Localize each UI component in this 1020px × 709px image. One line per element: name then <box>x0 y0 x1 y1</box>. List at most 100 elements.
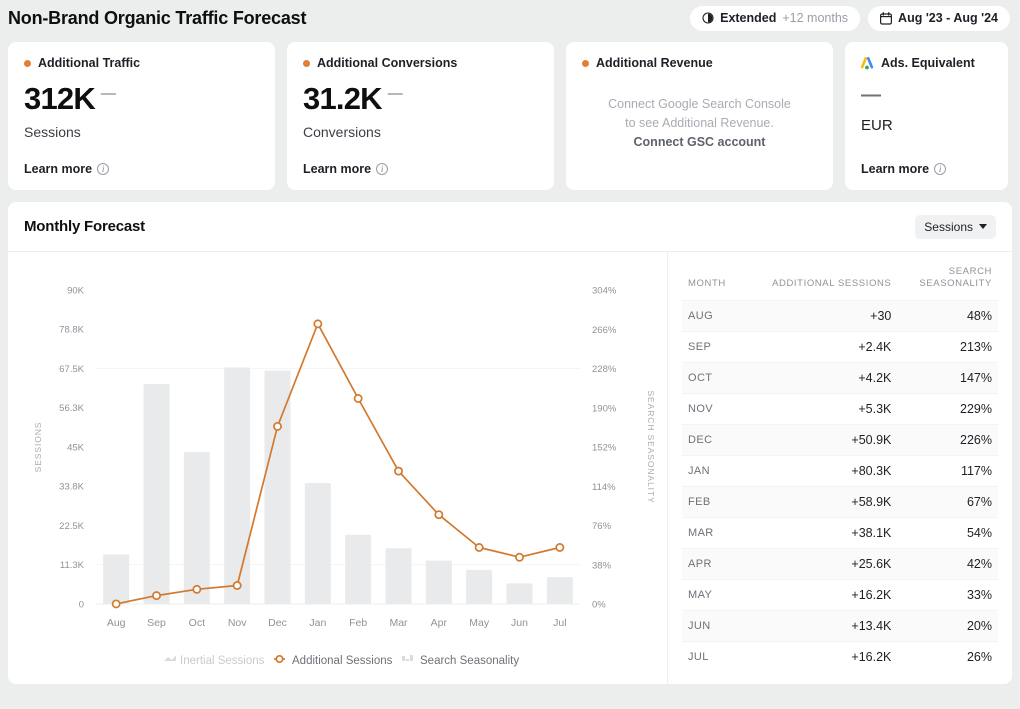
cell-sessions: +5.3K <box>741 394 897 425</box>
x-axis-label-jan: Jan <box>309 617 326 629</box>
x-axis-label-aug: Aug <box>107 617 126 629</box>
bar-mar[interactable] <box>386 548 412 604</box>
gsc-msg-line1: Connect Google Search Console <box>582 95 817 114</box>
metric-select[interactable]: Sessions <box>915 215 996 239</box>
point-dec[interactable] <box>274 423 281 430</box>
table-row[interactable]: JUN+13.4K20% <box>682 611 998 642</box>
bar-apr[interactable] <box>426 561 452 604</box>
point-jan[interactable] <box>314 320 321 327</box>
accent-dot-icon <box>24 60 31 67</box>
point-aug[interactable] <box>113 600 120 607</box>
bar-oct[interactable] <box>184 452 210 604</box>
bar-sep[interactable] <box>144 384 170 604</box>
table-row[interactable]: FEB+58.9K67% <box>682 487 998 518</box>
x-axis-label-jun: Jun <box>511 617 528 629</box>
col-seasonality-line2: SEASONALITY <box>903 278 992 290</box>
table-row[interactable]: NOV+5.3K229% <box>682 394 998 425</box>
y-axis-tick: 56.3K <box>59 403 84 414</box>
point-apr[interactable] <box>435 511 442 518</box>
table-row[interactable]: OCT+4.2K147% <box>682 363 998 394</box>
y-axis-title: SESSIONS <box>33 422 43 473</box>
table-row[interactable]: MAR+38.1K54% <box>682 518 998 549</box>
bar-dec[interactable] <box>265 371 291 604</box>
card-value: 31.2K <box>303 81 382 117</box>
y-axis-tick: 78.8K <box>59 325 84 336</box>
panel-header: Monthly Forecast Sessions <box>8 202 1012 252</box>
table-row[interactable]: JUL+16.2K26% <box>682 642 998 673</box>
card-value-row: — <box>861 84 992 107</box>
table-row[interactable]: DEC+50.9K226% <box>682 425 998 456</box>
point-mar[interactable] <box>395 467 402 474</box>
legend-item-inertial-sessions[interactable]: Inertial Sessions <box>164 655 265 667</box>
cell-month: APR <box>682 549 741 580</box>
bar-may[interactable] <box>466 570 492 604</box>
cell-month: MAY <box>682 580 741 611</box>
point-feb[interactable] <box>355 395 362 402</box>
y2-axis-tick: 76% <box>592 521 612 532</box>
top-header: Non-Brand Organic Traffic Forecast Exten… <box>0 0 1020 36</box>
card-title: Ads. Equivalent <box>881 56 975 70</box>
point-oct[interactable] <box>193 586 200 593</box>
table-row[interactable]: JAN+80.3K117% <box>682 456 998 487</box>
gsc-connect-message: Connect Google Search Console to see Add… <box>582 95 817 152</box>
col-month: MONTH <box>682 252 741 301</box>
point-nov[interactable] <box>234 582 241 589</box>
learn-more-link[interactable]: Learn more i <box>861 162 946 176</box>
point-may[interactable] <box>476 544 483 551</box>
y2-axis-tick: 38% <box>592 560 612 571</box>
cell-month: JUN <box>682 611 741 642</box>
card-header: Additional Traffic <box>24 56 259 70</box>
y-axis-tick: 33.8K <box>59 482 84 493</box>
learn-more-label: Learn more <box>24 162 92 176</box>
extended-period-pill[interactable]: Extended +12 months <box>690 6 860 31</box>
contrast-icon <box>702 12 714 24</box>
date-range-pill[interactable]: Aug '23 - Aug '24 <box>868 6 1010 31</box>
point-sep[interactable] <box>153 592 160 599</box>
bar-nov[interactable] <box>224 367 250 604</box>
cell-sessions: +80.3K <box>741 456 897 487</box>
table-row[interactable]: APR+25.6K42% <box>682 549 998 580</box>
cell-month: AUG <box>682 301 741 332</box>
x-axis-label-oct: Oct <box>189 617 205 629</box>
learn-more-link[interactable]: Learn more i <box>24 162 109 176</box>
table-header-row: MONTH ADDITIONAL SESSIONS SEARCH SEASONA… <box>682 252 998 301</box>
card-delta: — <box>388 85 402 102</box>
cell-seasonality: 20% <box>897 611 998 642</box>
page-title: Non-Brand Organic Traffic Forecast <box>8 8 682 29</box>
bar-glyph-icon-1 <box>406 659 409 661</box>
legend-label-additional-sessions: Additional Sessions <box>292 655 393 667</box>
bar-jan[interactable] <box>305 483 331 604</box>
connect-gsc-link[interactable]: Connect GSC account <box>582 133 817 152</box>
bar-feb[interactable] <box>345 535 371 604</box>
point-jun[interactable] <box>516 554 523 561</box>
x-axis-label-jul: Jul <box>553 617 566 629</box>
cell-sessions: +25.6K <box>741 549 897 580</box>
point-jul[interactable] <box>556 544 563 551</box>
y2-axis-tick: 190% <box>592 403 617 414</box>
bar-jul[interactable] <box>547 577 573 604</box>
x-axis-label-dec: Dec <box>268 617 287 629</box>
table-row[interactable]: AUG+3048% <box>682 301 998 332</box>
table-head: MONTH ADDITIONAL SESSIONS SEARCH SEASONA… <box>682 252 998 301</box>
extended-pill-sub: +12 months <box>782 11 848 25</box>
y-axis-tick: 11.3K <box>60 560 85 571</box>
legend-item-additional-sessions[interactable]: Additional Sessions <box>274 655 393 667</box>
card-title: Additional Conversions <box>317 56 457 70</box>
legend-item-search-seasonality[interactable]: Search Seasonality <box>402 655 519 667</box>
learn-more-label: Learn more <box>861 162 929 176</box>
bar-jun[interactable] <box>507 583 533 604</box>
learn-more-label: Learn more <box>303 162 371 176</box>
card-unit: EUR <box>861 117 992 134</box>
y2-axis-tick: 114% <box>592 482 616 493</box>
table-row[interactable]: SEP+2.4K213% <box>682 332 998 363</box>
bar-aug[interactable] <box>103 554 129 604</box>
cell-seasonality: 26% <box>897 642 998 673</box>
info-icon: i <box>376 163 388 175</box>
learn-more-link[interactable]: Learn more i <box>303 162 388 176</box>
y2-axis-tick: 304% <box>592 286 617 297</box>
accent-dot-icon <box>303 60 310 67</box>
legend-label-inertial-sessions: Inertial Sessions <box>180 655 265 667</box>
table-row[interactable]: MAY+16.2K33% <box>682 580 998 611</box>
col-additional-sessions: ADDITIONAL SESSIONS <box>741 252 897 301</box>
x-axis-label-sep: Sep <box>147 617 166 629</box>
